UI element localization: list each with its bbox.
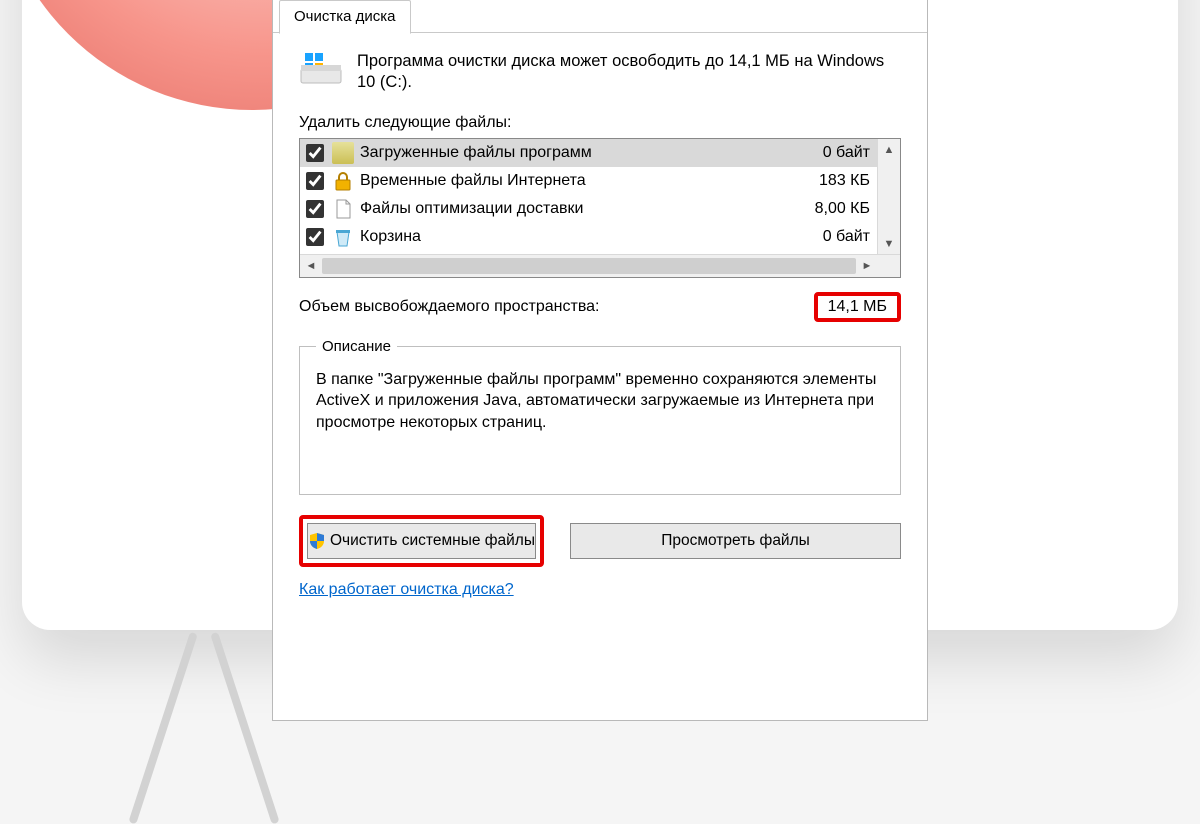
file-checkbox[interactable]: [306, 228, 324, 246]
file-name: Загруженные файлы программ: [360, 144, 780, 162]
file-checkbox[interactable]: [306, 144, 324, 162]
clean-system-highlight: Очистить системные файлы: [299, 515, 544, 567]
bin-icon: [332, 226, 354, 248]
file-checkbox[interactable]: [306, 200, 324, 218]
file-list-items[interactable]: Загруженные файлы программ0 байтВременны…: [300, 139, 878, 255]
clean-system-files-button[interactable]: Очистить системные файлы: [307, 523, 536, 559]
file-size: 0 байт: [780, 228, 870, 246]
button-row: Очистить системные файлы Просмотреть фай…: [299, 515, 901, 567]
view-files-button[interactable]: Просмотреть файлы: [570, 523, 901, 559]
file-list-label: Удалить следующие файлы:: [299, 114, 901, 132]
clean-system-files-label: Очистить системные файлы: [330, 532, 535, 550]
horizontal-scrollbar[interactable]: ◄ ►: [300, 254, 900, 277]
file-list-row[interactable]: Корзина0 байт: [300, 223, 878, 251]
scrollbar-corner: [878, 255, 900, 277]
file-name: Корзина: [360, 228, 780, 246]
file-list: Загруженные файлы программ0 байтВременны…: [299, 138, 901, 278]
scroll-up-icon[interactable]: ▲: [878, 139, 900, 161]
total-free-space-row: Объем высвобождаемого пространства: 14,1…: [299, 292, 901, 322]
file-icon: [332, 198, 354, 220]
description-text: В папке "Загруженные файлы программ" вре…: [316, 369, 884, 434]
file-name: Временные файлы Интернета: [360, 172, 780, 190]
scroll-down-icon[interactable]: ▼: [878, 233, 900, 255]
file-list-row[interactable]: Загруженные файлы программ0 байт: [300, 139, 878, 167]
file-size: 183 КБ: [780, 172, 870, 190]
lock-icon: [332, 170, 354, 192]
file-list-row[interactable]: Временные файлы Интернета183 КБ: [300, 167, 878, 195]
vertical-scrollbar[interactable]: ▲ ▼: [877, 139, 900, 255]
file-checkbox[interactable]: [306, 172, 324, 190]
description-group: Описание В папке "Загруженные файлы прог…: [299, 338, 901, 495]
intro-text: Программа очистки диска может освободить…: [357, 51, 901, 94]
total-value: 14,1 МБ: [814, 292, 901, 322]
scroll-left-icon[interactable]: ◄: [300, 255, 322, 277]
description-legend: Описание: [316, 338, 397, 355]
intro-row: Программа очистки диска может освободить…: [299, 51, 901, 94]
tab-disk-cleanup[interactable]: Очистка диска: [279, 0, 411, 34]
stand-leg: [210, 632, 279, 824]
disk-cleanup-dialog: Очистка диска Программа очистки диска мо…: [272, 0, 928, 721]
folder-icon: [332, 142, 354, 164]
file-size: 8,00 КБ: [780, 200, 870, 218]
file-name: Файлы оптимизации доставки: [360, 200, 780, 218]
stand-leg: [128, 632, 197, 824]
uac-shield-icon: [308, 532, 326, 550]
file-size: 0 байт: [780, 144, 870, 162]
drive-icon: [299, 51, 343, 94]
view-files-label: Просмотреть файлы: [661, 532, 810, 550]
scroll-right-icon[interactable]: ►: [856, 255, 878, 277]
scroll-thumb[interactable]: [322, 258, 856, 274]
file-list-row[interactable]: Файлы оптимизации доставки8,00 КБ: [300, 195, 878, 223]
total-label: Объем высвобождаемого пространства:: [299, 298, 814, 316]
help-link[interactable]: Как работает очистка диска?: [299, 581, 901, 599]
tab-row: Очистка диска: [273, 0, 927, 33]
